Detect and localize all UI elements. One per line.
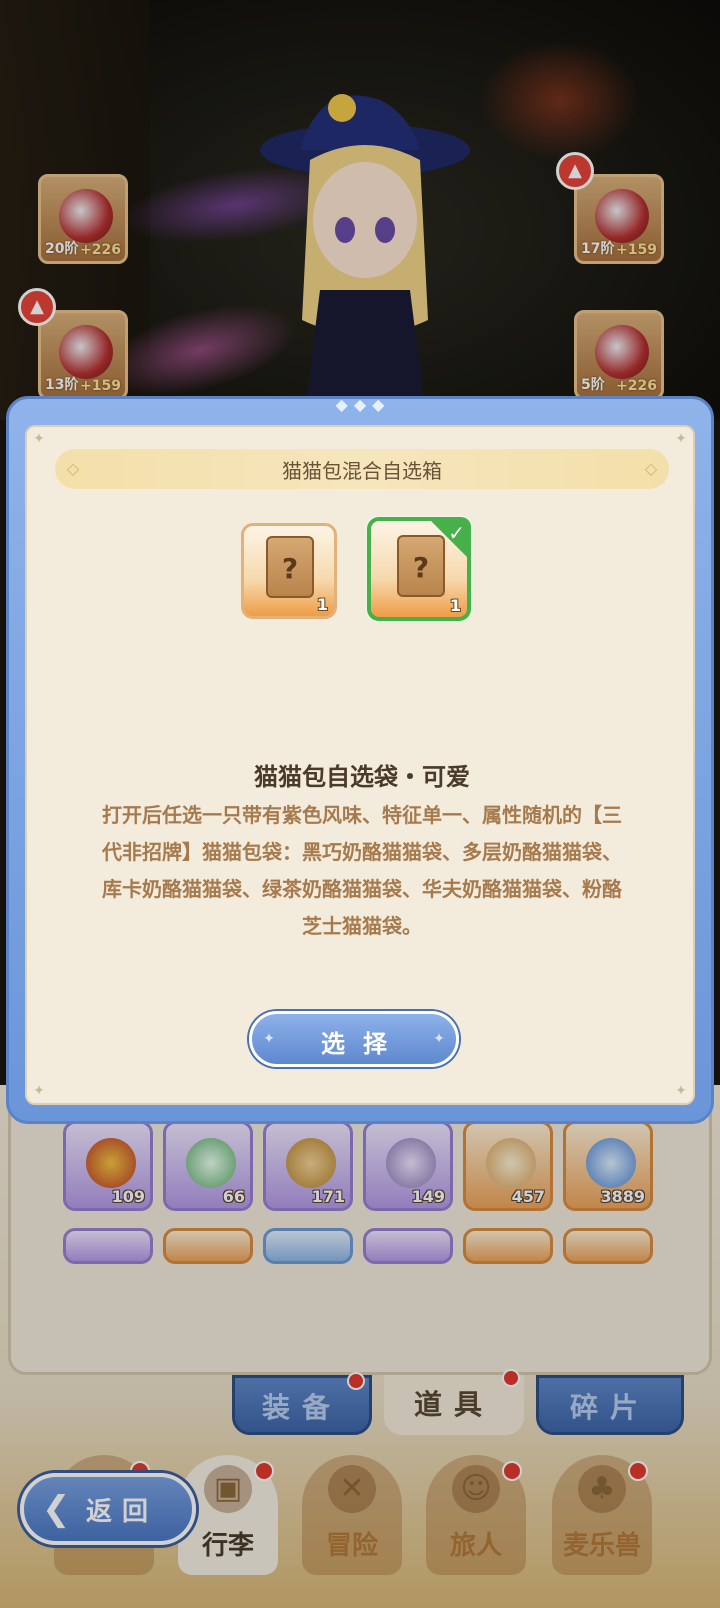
- corner-ornament: ✦: [33, 431, 45, 447]
- item-description: 打开后任选一只带有紫色风味、特征单一、属性随机的【三代非招牌】猫猫包袋：黑巧奶酪…: [102, 803, 622, 938]
- select-button[interactable]: ✦ 选择 ✦: [249, 1011, 459, 1067]
- choice-item-1[interactable]: ? 1: [241, 523, 337, 619]
- corner-ornament: ✦: [33, 1083, 45, 1099]
- modal-title: 猫猫包混合自选箱: [282, 459, 442, 483]
- sparkle-icon: ✦: [433, 1031, 445, 1047]
- check-icon: ✓: [448, 521, 465, 545]
- item-quantity: 1: [449, 596, 461, 615]
- mystery-bag-icon: ?: [266, 536, 314, 598]
- frame-ornament: ◆◆◆: [335, 395, 391, 414]
- selection-modal: ◆◆◆ ✦ ✦ ✦ ✦ ◇ 猫猫包混合自选箱 ◇ ? 1 ? 1 ✓ 猫猫包自选…: [6, 395, 714, 1124]
- diamond-icon: ◇: [644, 459, 658, 478]
- corner-ornament: ✦: [675, 431, 687, 447]
- choice-item-2[interactable]: ? 1 ✓: [367, 517, 471, 621]
- modal-title-bar: ◇ 猫猫包混合自选箱 ◇: [55, 449, 669, 489]
- modal-content: ✦ ✦ ✦ ✦ ◇ 猫猫包混合自选箱 ◇ ? 1 ? 1 ✓ 猫猫包自选袋・可爱…: [25, 425, 695, 1105]
- corner-ornament: ✦: [675, 1083, 687, 1099]
- item-name: 猫猫包自选袋・可爱: [254, 763, 470, 791]
- item-quantity: 1: [316, 595, 328, 614]
- select-label: 选择: [321, 1030, 405, 1058]
